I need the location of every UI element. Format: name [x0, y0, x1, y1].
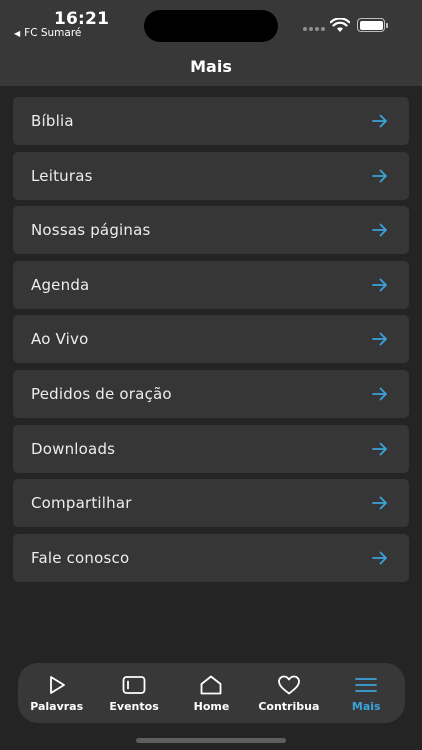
arrow-right-icon — [372, 387, 387, 401]
menu-item-label: Leituras — [31, 166, 93, 185]
tab-mais[interactable]: Mais — [328, 674, 404, 713]
tab-home[interactable]: Home — [173, 674, 249, 713]
home-indicator[interactable] — [136, 738, 286, 743]
film-icon — [122, 675, 146, 694]
menu-item-label: Pedidos de oração — [31, 384, 172, 403]
menu-item-nossas-paginas[interactable]: Nossas páginas — [13, 206, 409, 255]
menu-item-ao-vivo[interactable]: Ao Vivo — [13, 315, 409, 364]
tab-label: Eventos — [109, 699, 159, 713]
play-icon — [49, 675, 65, 694]
arrow-right-icon — [372, 114, 387, 128]
menu-item-agenda[interactable]: Agenda — [13, 260, 409, 309]
tab-label: Mais — [351, 699, 381, 713]
menu-item-fale-conosco[interactable]: Fale conosco — [13, 533, 409, 582]
dynamic-island — [144, 10, 278, 42]
tab-eventos[interactable]: Eventos — [96, 674, 172, 713]
page-title: Mais — [190, 57, 232, 76]
arrow-right-icon — [372, 551, 387, 565]
menu-item-leituras[interactable]: Leituras — [13, 151, 409, 200]
more-menu-list: Bíblia Leituras Nossas páginas Agenda Ao… — [13, 97, 409, 588]
battery-icon — [357, 18, 388, 32]
menu-icon — [355, 677, 378, 692]
arrow-right-icon — [372, 223, 387, 237]
cellular-signal-icon — [303, 27, 325, 31]
menu-item-downloads[interactable]: Downloads — [13, 424, 409, 473]
menu-item-label: Compartilhar — [31, 494, 132, 513]
tab-label: Palavras — [30, 699, 84, 713]
home-icon — [201, 675, 222, 694]
tab-palavras[interactable]: Palavras — [19, 674, 95, 713]
menu-item-label: Ao Vivo — [31, 330, 89, 349]
wifi-icon — [330, 18, 350, 32]
menu-item-biblia[interactable]: Bíblia — [13, 97, 409, 145]
bottom-tab-bar: Palavras Eventos Home Contribua Mais — [18, 663, 405, 723]
menu-item-label: Bíblia — [31, 112, 74, 130]
tab-contribua[interactable]: Contribua — [251, 674, 327, 713]
header: 16:21 ◀ FC Sumaré Mais — [0, 0, 422, 86]
status-time: 16:21 — [54, 9, 110, 29]
menu-item-compartilhar[interactable]: Compartilhar — [13, 479, 409, 528]
heart-icon — [277, 675, 300, 694]
menu-item-label: Nossas páginas — [31, 221, 151, 240]
arrow-right-icon — [372, 332, 387, 346]
menu-item-label: Agenda — [31, 275, 90, 294]
menu-item-label: Downloads — [31, 439, 116, 458]
arrow-right-icon — [372, 496, 387, 510]
menu-item-pedidos-de-oracao[interactable]: Pedidos de oração — [13, 369, 409, 418]
arrow-right-icon — [372, 169, 387, 182]
tab-label: Contribua — [258, 699, 320, 713]
menu-item-label: Fale conosco — [31, 548, 130, 567]
tab-label: Home — [193, 699, 230, 713]
arrow-right-icon — [372, 442, 387, 455]
back-app-label: FC Sumaré — [24, 27, 82, 39]
arrow-right-icon — [372, 278, 387, 292]
back-triangle-icon: ◀ — [14, 28, 21, 38]
back-to-app-button[interactable]: ◀ FC Sumaré — [14, 27, 81, 39]
